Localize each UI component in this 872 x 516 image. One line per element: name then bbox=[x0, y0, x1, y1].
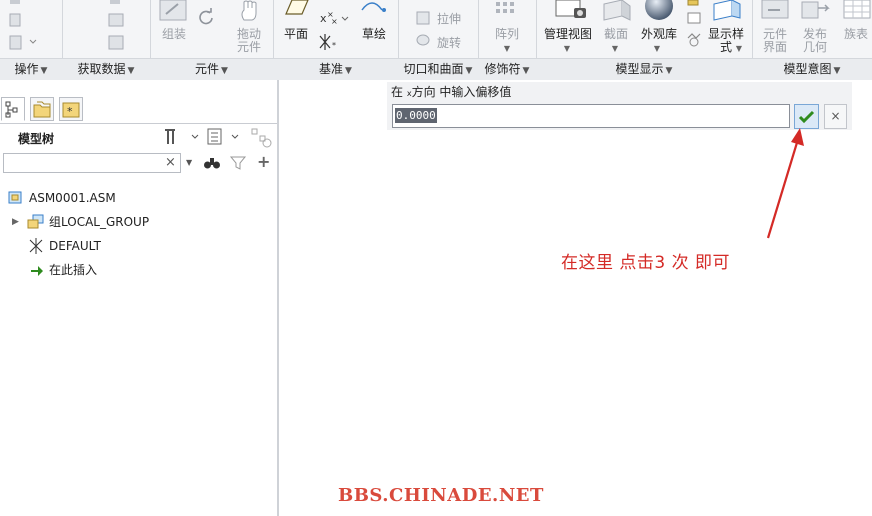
expand-arrow-icon[interactable]: ▶ bbox=[12, 211, 19, 233]
tree-item-default-csys[interactable]: DEFAULT bbox=[0, 235, 277, 257]
group-get-data[interactable]: 获取数据 ▼ bbox=[62, 61, 150, 77]
clear-search-icon[interactable]: × bbox=[165, 155, 176, 170]
group-datum[interactable]: 基准 ▼ bbox=[273, 61, 398, 77]
pattern-dropdown[interactable]: ▼ bbox=[500, 41, 514, 55]
assemble-icon[interactable] bbox=[158, 0, 190, 22]
extrude-button[interactable]: 拉伸 bbox=[434, 13, 464, 26]
offset-value-text: 0.0000 bbox=[395, 108, 437, 123]
tab-folder-browser[interactable] bbox=[30, 97, 54, 121]
group-icon bbox=[27, 214, 44, 229]
manage-views-dropdown[interactable]: ▼ bbox=[560, 41, 574, 55]
section-button[interactable]: 截面 bbox=[600, 28, 632, 41]
tree-filter-settings-icon[interactable] bbox=[250, 127, 276, 149]
display-style-icon[interactable] bbox=[710, 0, 744, 22]
cancel-button[interactable]: × bbox=[824, 104, 847, 129]
tab-model-tree[interactable] bbox=[1, 97, 25, 121]
left-panel: * 模型树 × ▼ + ASM0001.ASM ▶ 组LOCAL_GROUP D… bbox=[0, 80, 279, 516]
pattern-icon[interactable] bbox=[494, 0, 522, 18]
display-style-dropdown[interactable]: ▼ bbox=[732, 41, 746, 55]
separator bbox=[478, 0, 479, 58]
tree-item-label: 组LOCAL_GROUP bbox=[49, 215, 150, 229]
tab-favorites[interactable]: * bbox=[59, 97, 83, 121]
model-tree-title: 模型树 bbox=[18, 132, 55, 146]
separator bbox=[398, 0, 399, 58]
regenerate-icon[interactable] bbox=[196, 8, 216, 28]
component-interface-icon[interactable] bbox=[760, 0, 792, 22]
family-table-icon[interactable] bbox=[842, 0, 872, 22]
offset-prompt: 在 x方向 中输入偏移值 bbox=[391, 85, 512, 99]
separator bbox=[752, 0, 753, 58]
insert-arrow-icon bbox=[31, 266, 43, 276]
annotation-arrow-icon bbox=[766, 128, 804, 239]
component-interface-button[interactable]: 元件 界面 bbox=[758, 28, 792, 54]
get-data-icons[interactable] bbox=[104, 0, 128, 56]
tree-settings-icon[interactable] bbox=[205, 127, 245, 147]
plane-button[interactable]: 平面 bbox=[280, 28, 312, 41]
section-icon[interactable] bbox=[600, 0, 634, 22]
offset-value-input[interactable]: 0.0000 bbox=[392, 104, 790, 128]
tree-search-input[interactable] bbox=[3, 153, 181, 173]
svg-text:×: × bbox=[331, 17, 338, 26]
extrude-revolve-icons[interactable] bbox=[414, 10, 432, 46]
tree-item-assembly[interactable]: ASM0001.ASM bbox=[0, 187, 277, 209]
tree-item-label: 在此插入 bbox=[49, 263, 98, 277]
assemble-button[interactable]: 组装 bbox=[158, 28, 190, 41]
datum-point-icons[interactable]: x × × * bbox=[318, 8, 352, 54]
sketch-button[interactable]: 草绘 bbox=[358, 28, 390, 41]
filter-funnel-icon[interactable] bbox=[229, 155, 247, 171]
csys-icon bbox=[29, 238, 43, 254]
group-cut-surface[interactable]: 切口和曲面 ▼ bbox=[398, 61, 478, 77]
tree-item-label: ASM0001.ASM bbox=[29, 191, 116, 205]
family-table-button[interactable]: 族表 bbox=[840, 28, 872, 41]
separator bbox=[273, 0, 274, 58]
watermark: BBS.CHINADE.NET bbox=[338, 485, 544, 506]
separator bbox=[536, 0, 537, 58]
manage-views-icon[interactable] bbox=[554, 0, 588, 22]
plane-icon[interactable] bbox=[280, 0, 310, 16]
display-small-icons[interactable] bbox=[684, 0, 704, 52]
tree-tools-icon[interactable] bbox=[162, 127, 202, 147]
manage-views-button[interactable]: 管理视图 bbox=[542, 28, 594, 41]
add-icon[interactable]: + bbox=[257, 152, 270, 171]
offset-input-dialog: 在 x方向 中输入偏移值 0.0000 × bbox=[387, 82, 852, 130]
ribbon: 组装 拖动 元件 平面 x × × * 草绘 拉伸 旋转 阵列 ▼ 管理视图 ▼… bbox=[0, 0, 872, 80]
appearance-dropdown[interactable]: ▼ bbox=[650, 41, 664, 55]
group-component[interactable]: 元件 ▼ bbox=[150, 61, 273, 77]
drag-components-button[interactable]: 拖动 元件 bbox=[230, 28, 268, 54]
folder-icon bbox=[33, 101, 51, 118]
appearance-sphere-icon[interactable] bbox=[644, 0, 674, 22]
binoculars-icon[interactable] bbox=[203, 155, 221, 171]
separator bbox=[150, 0, 151, 58]
svg-text:*: * bbox=[67, 105, 73, 118]
sketch-icon[interactable] bbox=[360, 0, 390, 14]
section-dropdown[interactable]: ▼ bbox=[608, 41, 622, 55]
svg-text:*: * bbox=[332, 41, 336, 50]
separator bbox=[62, 0, 63, 58]
favorites-icon: * bbox=[62, 102, 80, 118]
group-model-display[interactable]: 模型显示 ▼ bbox=[536, 61, 752, 77]
search-dropdown[interactable]: ▼ bbox=[186, 158, 192, 167]
tree-item-label: DEFAULT bbox=[49, 239, 101, 253]
operations-icons[interactable] bbox=[4, 0, 44, 56]
pattern-button[interactable]: 阵列 bbox=[490, 28, 524, 41]
tree-item-local-group[interactable]: ▶ 组LOCAL_GROUP bbox=[0, 211, 277, 233]
group-operations[interactable]: 操作 ▼ bbox=[0, 61, 62, 77]
appearance-library-button[interactable]: 外观库 bbox=[638, 28, 680, 41]
model-tree-icon bbox=[5, 101, 18, 118]
assembly-icon bbox=[8, 191, 22, 204]
annotation-text: 在这里 点击3 次 即可 bbox=[561, 253, 731, 273]
hand-icon[interactable] bbox=[236, 0, 264, 22]
publish-geometry-icon[interactable] bbox=[800, 0, 832, 22]
revolve-button[interactable]: 旋转 bbox=[434, 37, 464, 50]
group-model-intent[interactable]: 模型意图 ▼ bbox=[752, 61, 872, 77]
svg-text:x: x bbox=[320, 12, 327, 25]
group-modifiers[interactable]: 修饰符 ▼ bbox=[478, 61, 536, 77]
publish-geometry-button[interactable]: 发布 几何 bbox=[798, 28, 832, 54]
tree-item-insert-here[interactable]: 在此插入 bbox=[0, 259, 277, 281]
